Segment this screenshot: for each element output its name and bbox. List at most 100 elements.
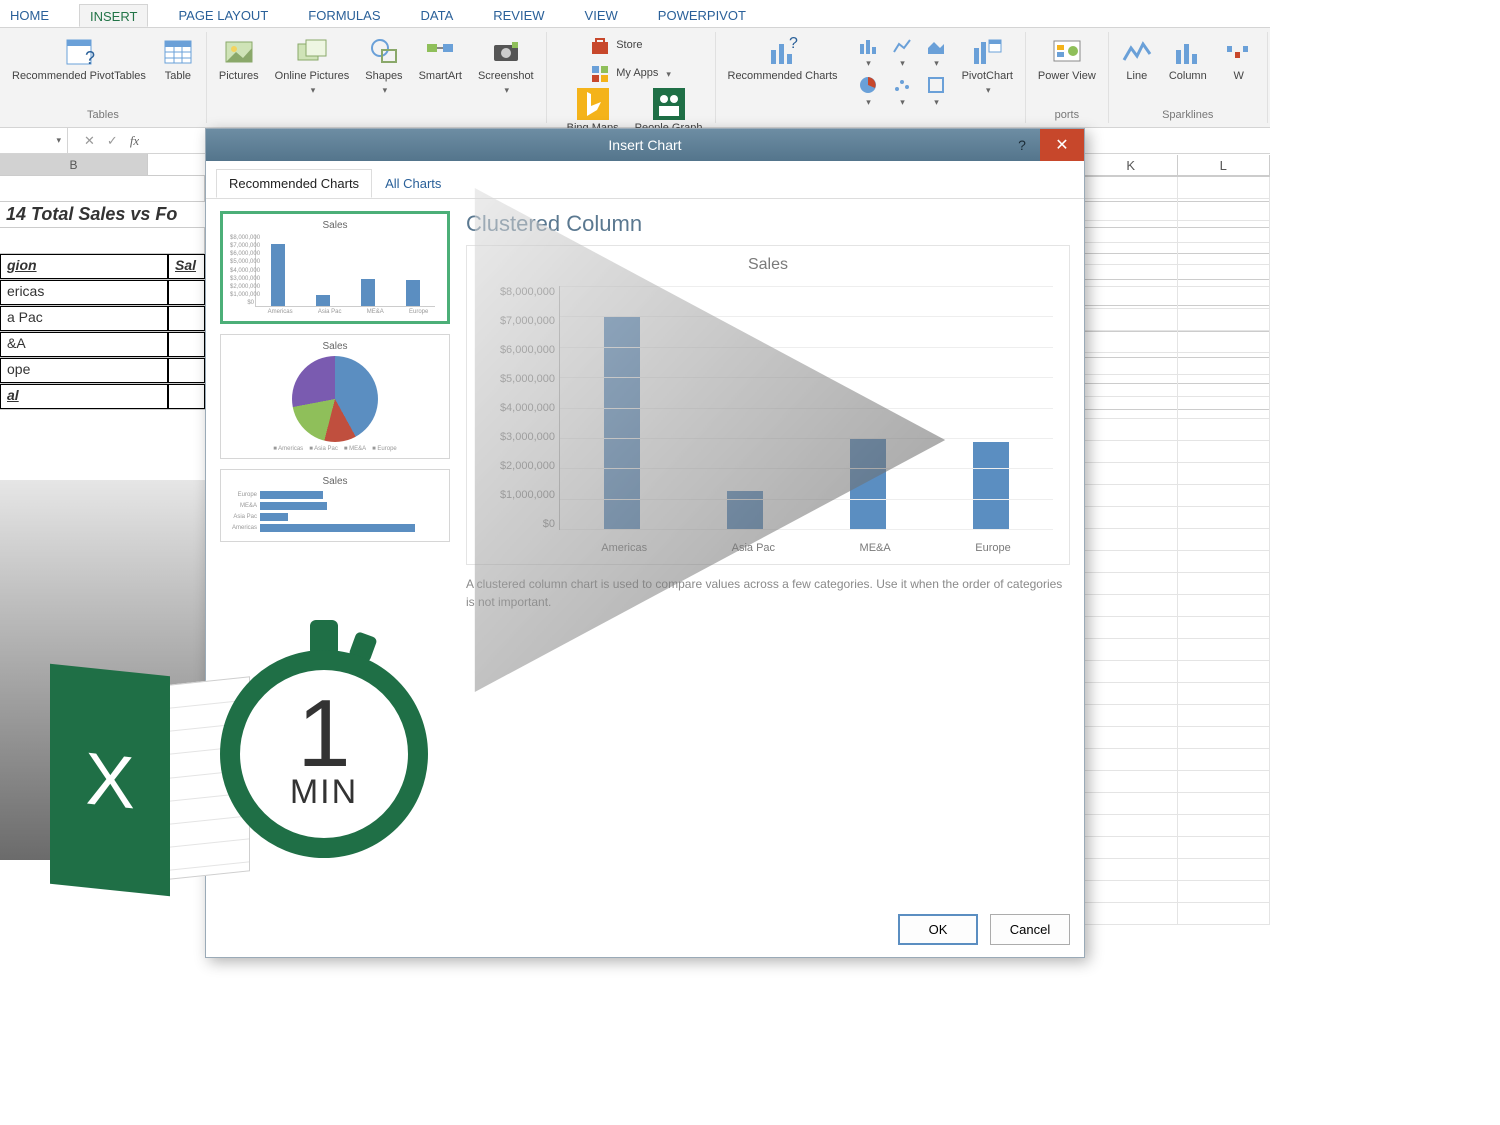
thumb-clustered-column[interactable]: Sales $8,000,000$7,000,000$6,000,000$5,0…	[220, 211, 450, 324]
chart-line-icon	[892, 36, 912, 56]
smartart-label: SmartArt	[419, 70, 462, 83]
store-icon	[590, 36, 610, 56]
screenshot-label: Screenshot	[478, 70, 534, 83]
sparkline-column-button[interactable]: Column	[1165, 34, 1211, 85]
shapes-button[interactable]: Shapes	[361, 34, 406, 98]
excel-1min-logo: X 1MIN	[50, 620, 410, 920]
group-sparklines-label: Sparklines	[1162, 109, 1213, 121]
thumb-title: Sales	[227, 476, 443, 487]
svg-text:?: ?	[789, 36, 798, 52]
recommended-charts-button[interactable]: ? Recommended Charts	[724, 34, 842, 85]
tab-review[interactable]: REVIEW	[483, 4, 554, 27]
grid-right[interactable]: K L	[1084, 155, 1270, 953]
dialog-titlebar[interactable]: Insert Chart ? ✕	[206, 129, 1084, 161]
dialog-tab-recommended[interactable]: Recommended Charts	[216, 169, 372, 198]
recommended-charts-icon: ?	[767, 36, 799, 68]
chart-pie-icon	[858, 75, 878, 95]
row-americas: ericas	[0, 280, 168, 305]
table-button[interactable]: Table	[158, 34, 198, 85]
online-pictures-label: Online Pictures	[275, 70, 350, 83]
recommended-pivottables-button[interactable]: ? Recommended PivotTables	[8, 34, 150, 85]
chart-other-button[interactable]	[922, 73, 950, 110]
smartart-button[interactable]: SmartArt	[415, 34, 466, 85]
cancel-formula-icon[interactable]: ✕	[78, 133, 101, 149]
col-header-C[interactable]	[148, 154, 208, 175]
online-pictures-button[interactable]: Online Pictures	[271, 34, 354, 98]
stopwatch-min: MIN	[290, 773, 358, 812]
dialog-close-button[interactable]: ✕	[1040, 129, 1084, 161]
chart-other-icon	[926, 75, 946, 95]
sparkline-line-icon	[1121, 36, 1153, 68]
dialog-help-button[interactable]: ?	[1004, 129, 1040, 161]
preview-chart: Sales $8,000,000$7,000,000$6,000,000$5,0…	[466, 245, 1070, 565]
table-label: Table	[165, 70, 191, 83]
chart-scatter-button[interactable]	[888, 73, 916, 110]
chart-pie-button[interactable]	[854, 73, 882, 110]
group-tables-label: Tables	[87, 109, 119, 121]
sparkline-winloss-button[interactable]: W	[1219, 34, 1259, 85]
thumb-title: Sales	[229, 220, 441, 231]
powerview-icon	[1051, 36, 1083, 68]
row-total: al	[0, 384, 168, 409]
row-europe: ope	[0, 358, 168, 383]
excel-x: X	[85, 735, 134, 825]
chart-preview: Clustered Column Sales $8,000,000$7,000,…	[466, 211, 1070, 897]
myapps-icon	[590, 64, 610, 84]
chart-area-button[interactable]	[922, 34, 950, 71]
group-reports-label: ports	[1055, 109, 1079, 121]
screenshot-button[interactable]: Screenshot	[474, 34, 538, 98]
pictures-button[interactable]: Pictures	[215, 34, 263, 85]
col-header-L[interactable]: L	[1178, 155, 1271, 177]
row-mea: &A	[0, 332, 168, 357]
ribbon-tabs: HOME INSERT PAGE LAYOUT FORMULAS DATA RE…	[0, 0, 1270, 28]
dialog-tab-all[interactable]: All Charts	[372, 169, 454, 198]
pivotchart-button[interactable]: PivotChart	[958, 34, 1017, 98]
cancel-button[interactable]: Cancel	[990, 914, 1070, 945]
col-header-K[interactable]: K	[1085, 155, 1178, 177]
powerview-button[interactable]: Power View	[1034, 34, 1100, 85]
sparkline-line-label: Line	[1126, 70, 1147, 83]
ribbon: ? Recommended PivotTables Table Tables P…	[0, 28, 1270, 128]
row-asiapac: a Pac	[0, 306, 168, 331]
stopwatch-icon: 1MIN	[220, 620, 430, 860]
sparkline-line-button[interactable]: Line	[1117, 34, 1157, 85]
tab-home[interactable]: HOME	[0, 4, 59, 27]
dialog-title: Insert Chart	[608, 137, 681, 153]
enter-formula-icon[interactable]: ✓	[101, 133, 124, 149]
recommended-pivot-label: Recommended PivotTables	[12, 70, 146, 83]
tab-insert[interactable]: INSERT	[79, 4, 148, 27]
thumb-bar[interactable]: Sales Europe ME&A Asia Pac Americas	[220, 469, 450, 542]
thumb-title: Sales	[227, 341, 443, 352]
tab-data[interactable]: DATA	[411, 4, 464, 27]
y-axis: $8,000,000$7,000,000$6,000,000$5,000,000…	[481, 286, 555, 530]
svg-text:?: ?	[85, 48, 95, 68]
tab-view[interactable]: VIEW	[575, 4, 628, 27]
pictures-icon	[223, 36, 255, 68]
chart-column-button[interactable]	[854, 34, 882, 71]
hdr-region: gion	[0, 254, 168, 279]
screenshot-icon	[490, 36, 522, 68]
sparkline-column-icon	[1172, 36, 1204, 68]
chart-area-icon	[926, 36, 946, 56]
chart-line-button[interactable]	[888, 34, 916, 71]
tab-formulas[interactable]: FORMULAS	[298, 4, 390, 27]
store-button[interactable]: Store	[586, 34, 675, 58]
bing-icon	[577, 88, 609, 120]
thumb-pie[interactable]: Sales ■ Americas■ Asia Pac■ ME&A■ Europe	[220, 334, 450, 459]
tab-pagelayout[interactable]: PAGE LAYOUT	[168, 4, 278, 27]
ok-button[interactable]: OK	[898, 914, 978, 945]
col-header-B[interactable]: B	[0, 154, 148, 175]
recommended-charts-label: Recommended Charts	[728, 70, 838, 83]
name-box[interactable]	[0, 128, 68, 153]
hdr-sales: Sal	[168, 254, 205, 279]
tab-powerpivot[interactable]: POWERPIVOT	[648, 4, 756, 27]
pivotchart-label: PivotChart	[962, 70, 1013, 83]
shapes-icon	[368, 36, 400, 68]
myapps-button[interactable]: My Apps	[586, 62, 675, 86]
smartart-icon	[424, 36, 456, 68]
x-axis-labels: AmericasAsia PacME&AEurope	[559, 542, 1053, 554]
online-pictures-icon	[296, 36, 328, 68]
pivot-icon: ?	[63, 36, 95, 68]
pictures-label: Pictures	[219, 70, 259, 83]
fx-icon[interactable]: fx	[124, 133, 145, 149]
